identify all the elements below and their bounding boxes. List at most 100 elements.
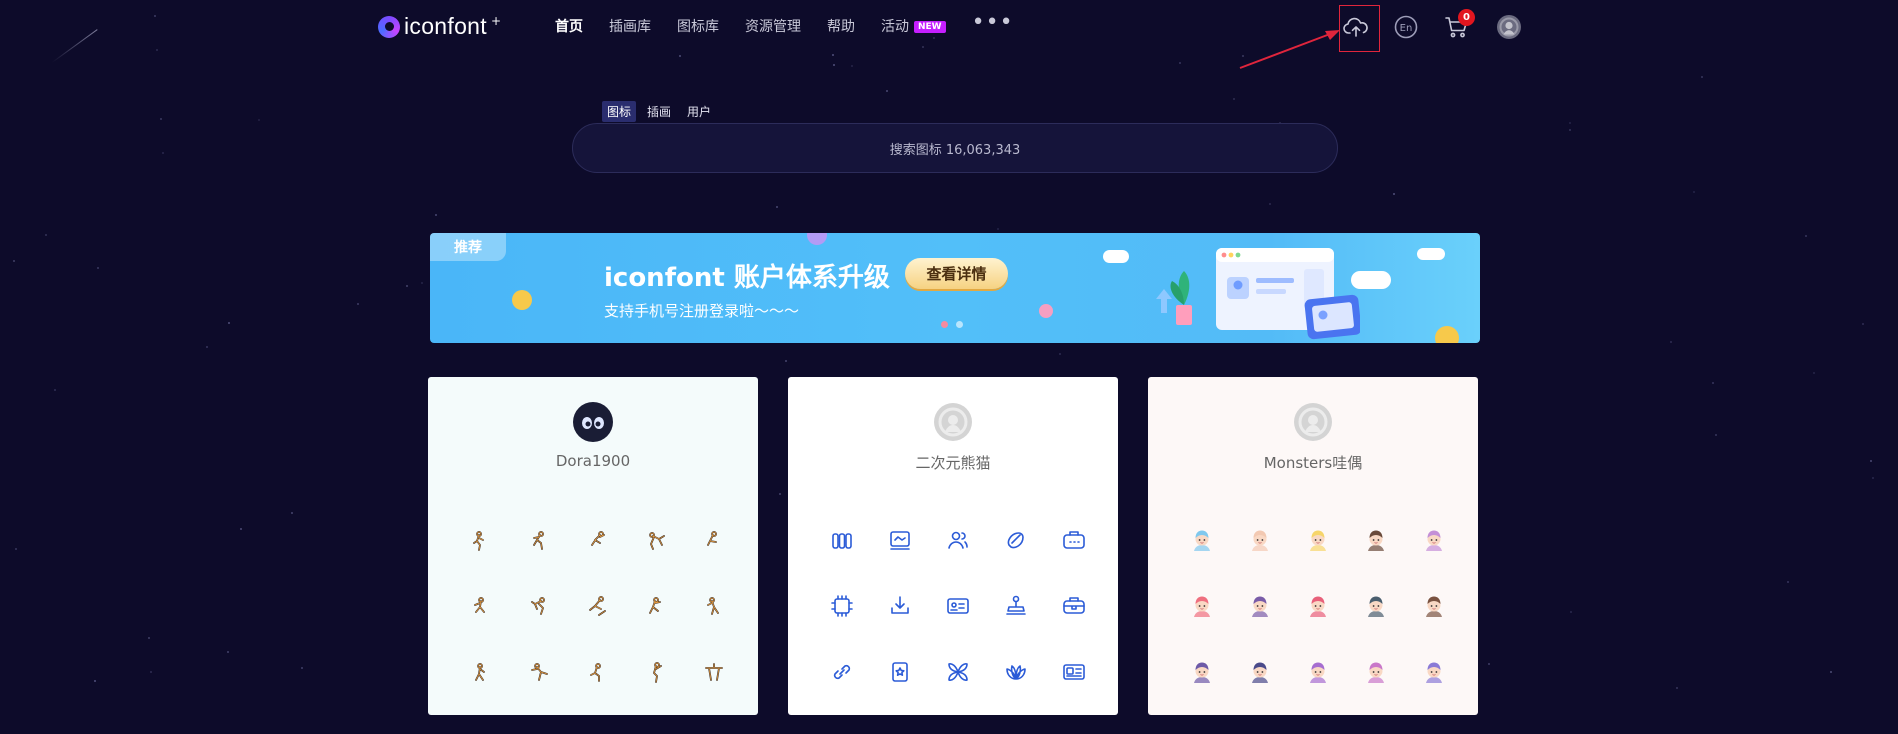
icon-preview-athlete-icon[interactable] (511, 639, 569, 705)
nav-item-home[interactable]: 首页 (555, 16, 583, 36)
search-placeholder: 搜索图标 16,063,343 (889, 142, 1021, 158)
star (421, 282, 423, 284)
icon-preview-avatar-icon[interactable] (1405, 573, 1463, 639)
icon-preview-athlete-icon[interactable] (453, 507, 511, 573)
icon-preview-avatar-icon[interactable] (1173, 639, 1231, 705)
icon-preview-avatar-icon[interactable] (1347, 573, 1405, 639)
icon-preview-avatar-icon[interactable] (1405, 639, 1463, 705)
nav-item-illustrations[interactable]: 插画库 (609, 16, 651, 36)
star (1393, 193, 1395, 195)
svg-text:En: En (1400, 23, 1413, 34)
icon-preview-athlete-icon[interactable] (627, 639, 685, 705)
icon-preview-line-icon[interactable] (813, 573, 871, 639)
icon-preview-avatar-icon[interactable] (1173, 573, 1231, 639)
icon-preview-line-icon[interactable] (929, 507, 987, 573)
icon-preview-line-icon[interactable] (871, 573, 929, 639)
icon-preview-line-icon[interactable] (813, 507, 871, 573)
user-avatar-icon[interactable] (1496, 14, 1522, 40)
language-en-icon[interactable]: En (1393, 14, 1419, 40)
icon-preview-athlete-icon[interactable] (569, 573, 627, 639)
account-illustration (1156, 248, 1360, 340)
star (1269, 203, 1271, 205)
icon-preview-avatar-icon[interactable] (1231, 573, 1289, 639)
star (13, 260, 15, 262)
icon-preview-line-icon[interactable] (929, 573, 987, 639)
tab-users[interactable]: 用户 (682, 101, 716, 122)
star (1242, 55, 1244, 57)
view-details-button[interactable]: 查看详情 (905, 258, 1008, 289)
star (54, 389, 56, 391)
icon-preview-athlete-icon[interactable] (453, 573, 511, 639)
icon-preview-avatar-icon[interactable] (1347, 639, 1405, 705)
icon-preview-athlete-icon[interactable] (453, 639, 511, 705)
icon-preview-athlete-icon[interactable] (627, 573, 685, 639)
star (258, 119, 260, 121)
banner-dot[interactable] (941, 321, 948, 328)
collection-author-name[interactable]: Dora1900 (428, 452, 758, 470)
icon-preview-line-icon[interactable] (1045, 507, 1103, 573)
icon-preview-avatar-icon[interactable] (1173, 507, 1231, 573)
icon-preview-avatar-icon[interactable] (1231, 639, 1289, 705)
star (1712, 382, 1714, 384)
decor-ball (807, 233, 827, 245)
upload-cloud-icon[interactable] (1343, 14, 1369, 40)
logo[interactable]: iconfont + (378, 13, 501, 40)
icon-preview-avatar-icon[interactable] (1289, 573, 1347, 639)
icon-preview-athlete-icon[interactable] (511, 573, 569, 639)
author-avatar[interactable] (1293, 402, 1333, 442)
tab-icons[interactable]: 图标 (602, 101, 637, 122)
icon-preview-line-icon[interactable] (987, 573, 1045, 639)
icon-preview-athlete-icon[interactable] (627, 507, 685, 573)
star (206, 346, 208, 348)
icon-preview-line-icon[interactable] (871, 639, 929, 705)
author-avatar[interactable] (933, 402, 973, 442)
logo-icon (378, 15, 400, 38)
promo-banner[interactable]: 推荐 iconfont 账户体系升级 支持手机号注册登录啦～～～ 查看详情 (430, 233, 1480, 343)
icon-preview-athlete-icon[interactable] (685, 573, 743, 639)
icon-preview-line-icon[interactable] (987, 639, 1045, 705)
nav-item-icons[interactable]: 图标库 (677, 16, 719, 36)
icon-preview-grid (1173, 507, 1463, 705)
collection-card[interactable]: Dora1900 (428, 377, 758, 715)
collection-author-name[interactable]: Monsters哇偶 (1148, 452, 1478, 473)
star (1676, 687, 1678, 689)
icon-preview-athlete-icon[interactable] (511, 507, 569, 573)
icon-preview-avatar-icon[interactable] (1405, 507, 1463, 573)
icon-preview-athlete-icon[interactable] (569, 639, 627, 705)
search-input[interactable]: 搜索图标 16,063,343 (572, 123, 1338, 173)
icon-preview-line-icon[interactable] (929, 639, 987, 705)
star (148, 637, 150, 639)
banner-dot[interactable] (956, 321, 963, 328)
icon-preview-line-icon[interactable] (871, 507, 929, 573)
collection-author-name[interactable]: 二次元熊猫 (788, 452, 1118, 473)
icon-preview-line-icon[interactable] (987, 507, 1045, 573)
nav-item-events[interactable]: 活动 NEW (881, 16, 946, 36)
icon-preview-athlete-icon[interactable] (569, 507, 627, 573)
icon-preview-avatar-icon[interactable] (1289, 507, 1347, 573)
collection-card[interactable]: 二次元熊猫 (788, 377, 1118, 715)
icon-preview-line-icon[interactable] (1045, 573, 1103, 639)
banner-title: iconfont 账户体系升级 (604, 263, 890, 293)
nav-item-resource-management[interactable]: 资源管理 (745, 16, 801, 36)
star (435, 214, 437, 216)
icon-preview-avatar-icon[interactable] (1289, 639, 1347, 705)
star (1870, 460, 1872, 462)
icon-preview-grid (453, 507, 743, 705)
main-nav: 首页 插画库 图标库 资源管理 帮助 活动 NEW ••• (555, 10, 1014, 36)
icon-preview-athlete-icon[interactable] (685, 507, 743, 573)
icon-preview-line-icon[interactable] (813, 639, 871, 705)
star (886, 90, 888, 92)
icon-preview-athlete-icon[interactable] (685, 639, 743, 705)
cart-count-badge: 0 (1458, 9, 1475, 26)
star (1701, 76, 1703, 78)
star (227, 651, 229, 653)
author-avatar[interactable] (573, 402, 613, 442)
tab-illustrations[interactable]: 插画 (642, 101, 676, 122)
nav-item-help[interactable]: 帮助 (827, 16, 855, 36)
icon-preview-line-icon[interactable] (1045, 639, 1103, 705)
more-menu-icon[interactable]: ••• (972, 10, 1014, 35)
icon-preview-avatar-icon[interactable] (1347, 507, 1405, 573)
collection-card[interactable]: Monsters哇偶 (1148, 377, 1478, 715)
icon-preview-avatar-icon[interactable] (1231, 507, 1289, 573)
star (1805, 235, 1807, 237)
